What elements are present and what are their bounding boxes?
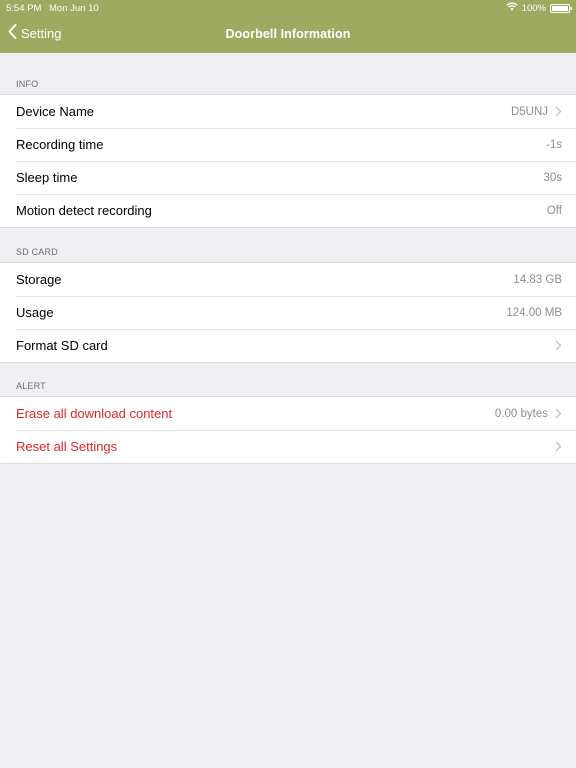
row-value: Off — [546, 204, 562, 217]
sd-card-group: Storage 14.83 GB Usage 124.00 MB Format … — [0, 262, 576, 363]
row-value: -1s — [546, 138, 562, 151]
row-reset-all-settings[interactable]: Reset all Settings — [0, 430, 576, 463]
chevron-right-icon — [555, 340, 562, 351]
status-right: 100% — [506, 2, 572, 14]
chevron-right-icon — [555, 106, 562, 117]
row-motion-detect-recording: Motion detect recording Off — [0, 194, 576, 227]
row-usage: Usage 124.00 MB — [0, 296, 576, 329]
row-label: Reset all Settings — [16, 439, 118, 454]
row-label: Recording time — [16, 137, 104, 152]
row-device-name[interactable]: Device Name D5UNJ — [0, 95, 576, 128]
row-format-sd-card[interactable]: Format SD card — [0, 329, 576, 362]
row-value: 30s — [543, 171, 562, 184]
row-label: Motion detect recording — [16, 203, 152, 218]
row-erase-download-content[interactable]: Erase all download content 0.00 bytes — [0, 397, 576, 430]
alert-group: Erase all download content 0.00 bytes Re… — [0, 396, 576, 464]
status-bar: 5:54 PM Mon Jun 10 100% — [0, 0, 576, 17]
row-value: 0.00 bytes — [494, 407, 548, 420]
status-date: Mon Jun 10 — [49, 3, 99, 14]
row-sleep-time: Sleep time 30s — [0, 161, 576, 194]
status-time: 5:54 PM — [6, 3, 42, 14]
wifi-icon — [506, 2, 518, 14]
battery-percent: 100% — [521, 2, 546, 14]
navigation-bar: Setting Doorbell Information — [0, 17, 576, 53]
row-label: Storage — [16, 272, 62, 287]
page-title: Doorbell Information — [225, 27, 351, 41]
row-label: Usage — [16, 305, 54, 320]
row-label: Erase all download content — [16, 406, 173, 421]
row-recording-time: Recording time -1s — [0, 128, 576, 161]
row-label: Sleep time — [16, 170, 78, 185]
battery-icon — [550, 3, 572, 13]
row-label: Format SD card — [16, 338, 108, 353]
row-storage: Storage 14.83 GB — [0, 263, 576, 296]
row-label: Device Name — [16, 104, 95, 119]
section-header-alert: ALERT — [16, 381, 46, 391]
chevron-right-icon — [555, 441, 562, 452]
info-group: Device Name D5UNJ Recording time -1s Sle… — [0, 94, 576, 228]
row-value: D5UNJ — [510, 105, 548, 118]
section-header-sd-card: SD CARD — [16, 247, 58, 257]
chevron-right-icon — [555, 408, 562, 419]
top-bar: 5:54 PM Mon Jun 10 100% Setting Doorbell… — [0, 0, 576, 53]
row-value: 14.83 GB — [513, 273, 562, 286]
row-value: 124.00 MB — [506, 306, 562, 319]
section-header-info: INFO — [16, 79, 39, 89]
